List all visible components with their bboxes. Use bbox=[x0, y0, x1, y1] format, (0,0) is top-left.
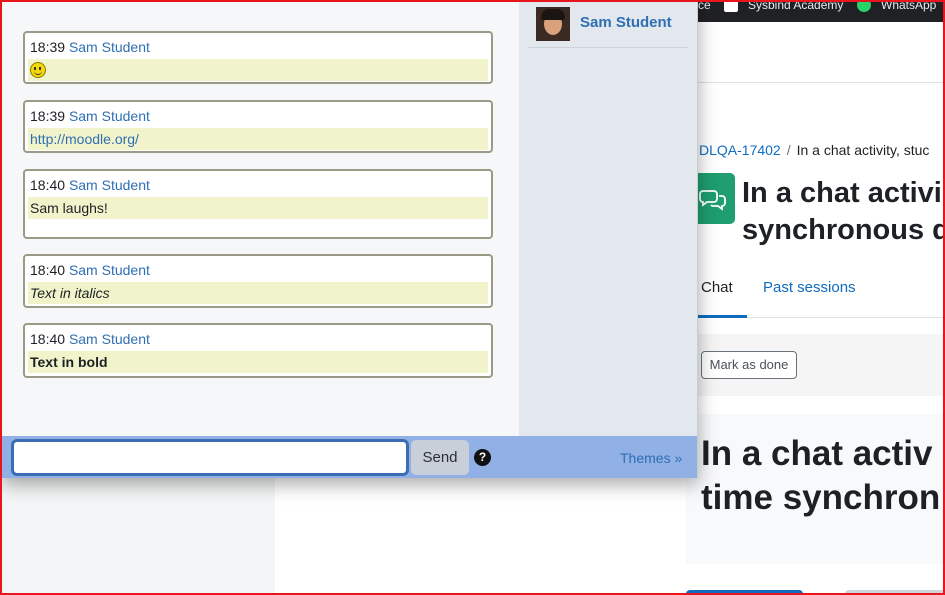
user-list-item[interactable]: Sam Student bbox=[528, 4, 688, 48]
message-time: 18:40 bbox=[30, 331, 66, 347]
message-header: 18:39 Sam Student bbox=[28, 108, 488, 128]
avatar[interactable] bbox=[536, 7, 570, 41]
message-time: 18:40 bbox=[30, 177, 66, 193]
message-header: 18:40 Sam Student bbox=[28, 331, 488, 351]
chat-messages-pane[interactable]: 18:39 Sam Student 18:39 Sam Student http… bbox=[2, 2, 519, 436]
page-title-line2: synchronous d bbox=[742, 214, 945, 246]
chat-message: 18:40 Sam Student Sam laughs! bbox=[23, 169, 493, 239]
message-time: 18:39 bbox=[30, 108, 66, 124]
activity-heading: In a chat activ time synchron bbox=[701, 432, 940, 520]
chat-bubbles-icon bbox=[698, 173, 735, 224]
message-content: Text in bold bbox=[28, 351, 488, 373]
chat-message: 18:40 Sam Student Text in bold bbox=[23, 323, 493, 378]
message-time: 18:40 bbox=[30, 262, 66, 278]
message-user-link[interactable]: Sam Student bbox=[69, 108, 150, 124]
chat-message: 18:40 Sam Student Text in italics bbox=[23, 254, 493, 308]
message-user-link[interactable]: Sam Student bbox=[69, 177, 150, 193]
message-content: Sam laughs! bbox=[28, 197, 488, 219]
chat-message: 18:39 Sam Student bbox=[23, 31, 493, 84]
message-content bbox=[28, 59, 488, 81]
message-url-link[interactable]: http://moodle.org/ bbox=[30, 131, 139, 147]
whatsapp-icon bbox=[857, 2, 871, 12]
message-user-link[interactable]: Sam Student bbox=[69, 39, 150, 55]
activity-tabs: Chat Past sessions bbox=[696, 272, 943, 318]
screenshot-frame: ce Sysbind Academy WhatsApp DLQA-17402 / I… bbox=[0, 0, 945, 595]
message-content: Text in italics bbox=[28, 282, 488, 304]
message-header: 18:40 Sam Student bbox=[28, 177, 488, 197]
message-input[interactable] bbox=[11, 439, 409, 476]
chat-input-bar: Send ? Themes » bbox=[2, 436, 697, 478]
message-content: http://moodle.org/ bbox=[28, 128, 488, 150]
tab-chat[interactable]: Chat bbox=[696, 272, 747, 318]
sysbind-bookmark-icon bbox=[724, 2, 738, 12]
breadcrumb-current: In a chat activity, stuc bbox=[796, 142, 930, 158]
message-time: 18:39 bbox=[30, 39, 66, 55]
message-header: 18:39 Sam Student bbox=[28, 39, 488, 59]
send-button[interactable]: Send bbox=[411, 440, 469, 475]
page-title-line1: In a chat activi bbox=[742, 177, 942, 209]
message-user-link[interactable]: Sam Student bbox=[69, 331, 150, 347]
page-left-region bbox=[2, 472, 275, 593]
bookmark-partial-label[interactable]: ce bbox=[698, 2, 711, 12]
message-user-link[interactable]: Sam Student bbox=[69, 262, 150, 278]
secondary-button-partial[interactable] bbox=[845, 590, 943, 593]
header-divider bbox=[696, 82, 943, 83]
question-circle-icon[interactable]: ? bbox=[474, 449, 491, 466]
themes-link[interactable]: Themes » bbox=[620, 450, 682, 466]
smiley-icon bbox=[30, 62, 46, 78]
chat-popup-window: 18:39 Sam Student 18:39 Sam Student http… bbox=[2, 2, 698, 478]
breadcrumb-course-link[interactable]: DLQA-17402 bbox=[699, 142, 781, 158]
chat-users-pane: Sam Student bbox=[519, 2, 697, 436]
breadcrumb: DLQA-17402 / In a chat activity, stuc bbox=[699, 142, 929, 158]
breadcrumb-separator: / bbox=[786, 142, 791, 158]
tab-past-sessions[interactable]: Past sessions bbox=[763, 279, 856, 296]
bookmark-sysbind[interactable]: Sysbind Academy bbox=[748, 2, 843, 12]
primary-button-partial[interactable] bbox=[686, 590, 803, 593]
activity-heading-line1: In a chat activ bbox=[701, 434, 933, 473]
bookmark-whatsapp[interactable]: WhatsApp bbox=[881, 2, 936, 12]
mark-as-done-button[interactable]: Mark as done bbox=[701, 351, 797, 379]
chat-message: 18:39 Sam Student http://moodle.org/ bbox=[23, 100, 493, 153]
bookmarks-bar: ce Sysbind Academy WhatsApp bbox=[696, 2, 943, 22]
activity-heading-line2: time synchron bbox=[701, 478, 941, 517]
user-name-link[interactable]: Sam Student bbox=[580, 14, 672, 31]
page-title: In a chat activi synchronous d bbox=[742, 175, 945, 249]
message-header: 18:40 Sam Student bbox=[28, 262, 488, 282]
